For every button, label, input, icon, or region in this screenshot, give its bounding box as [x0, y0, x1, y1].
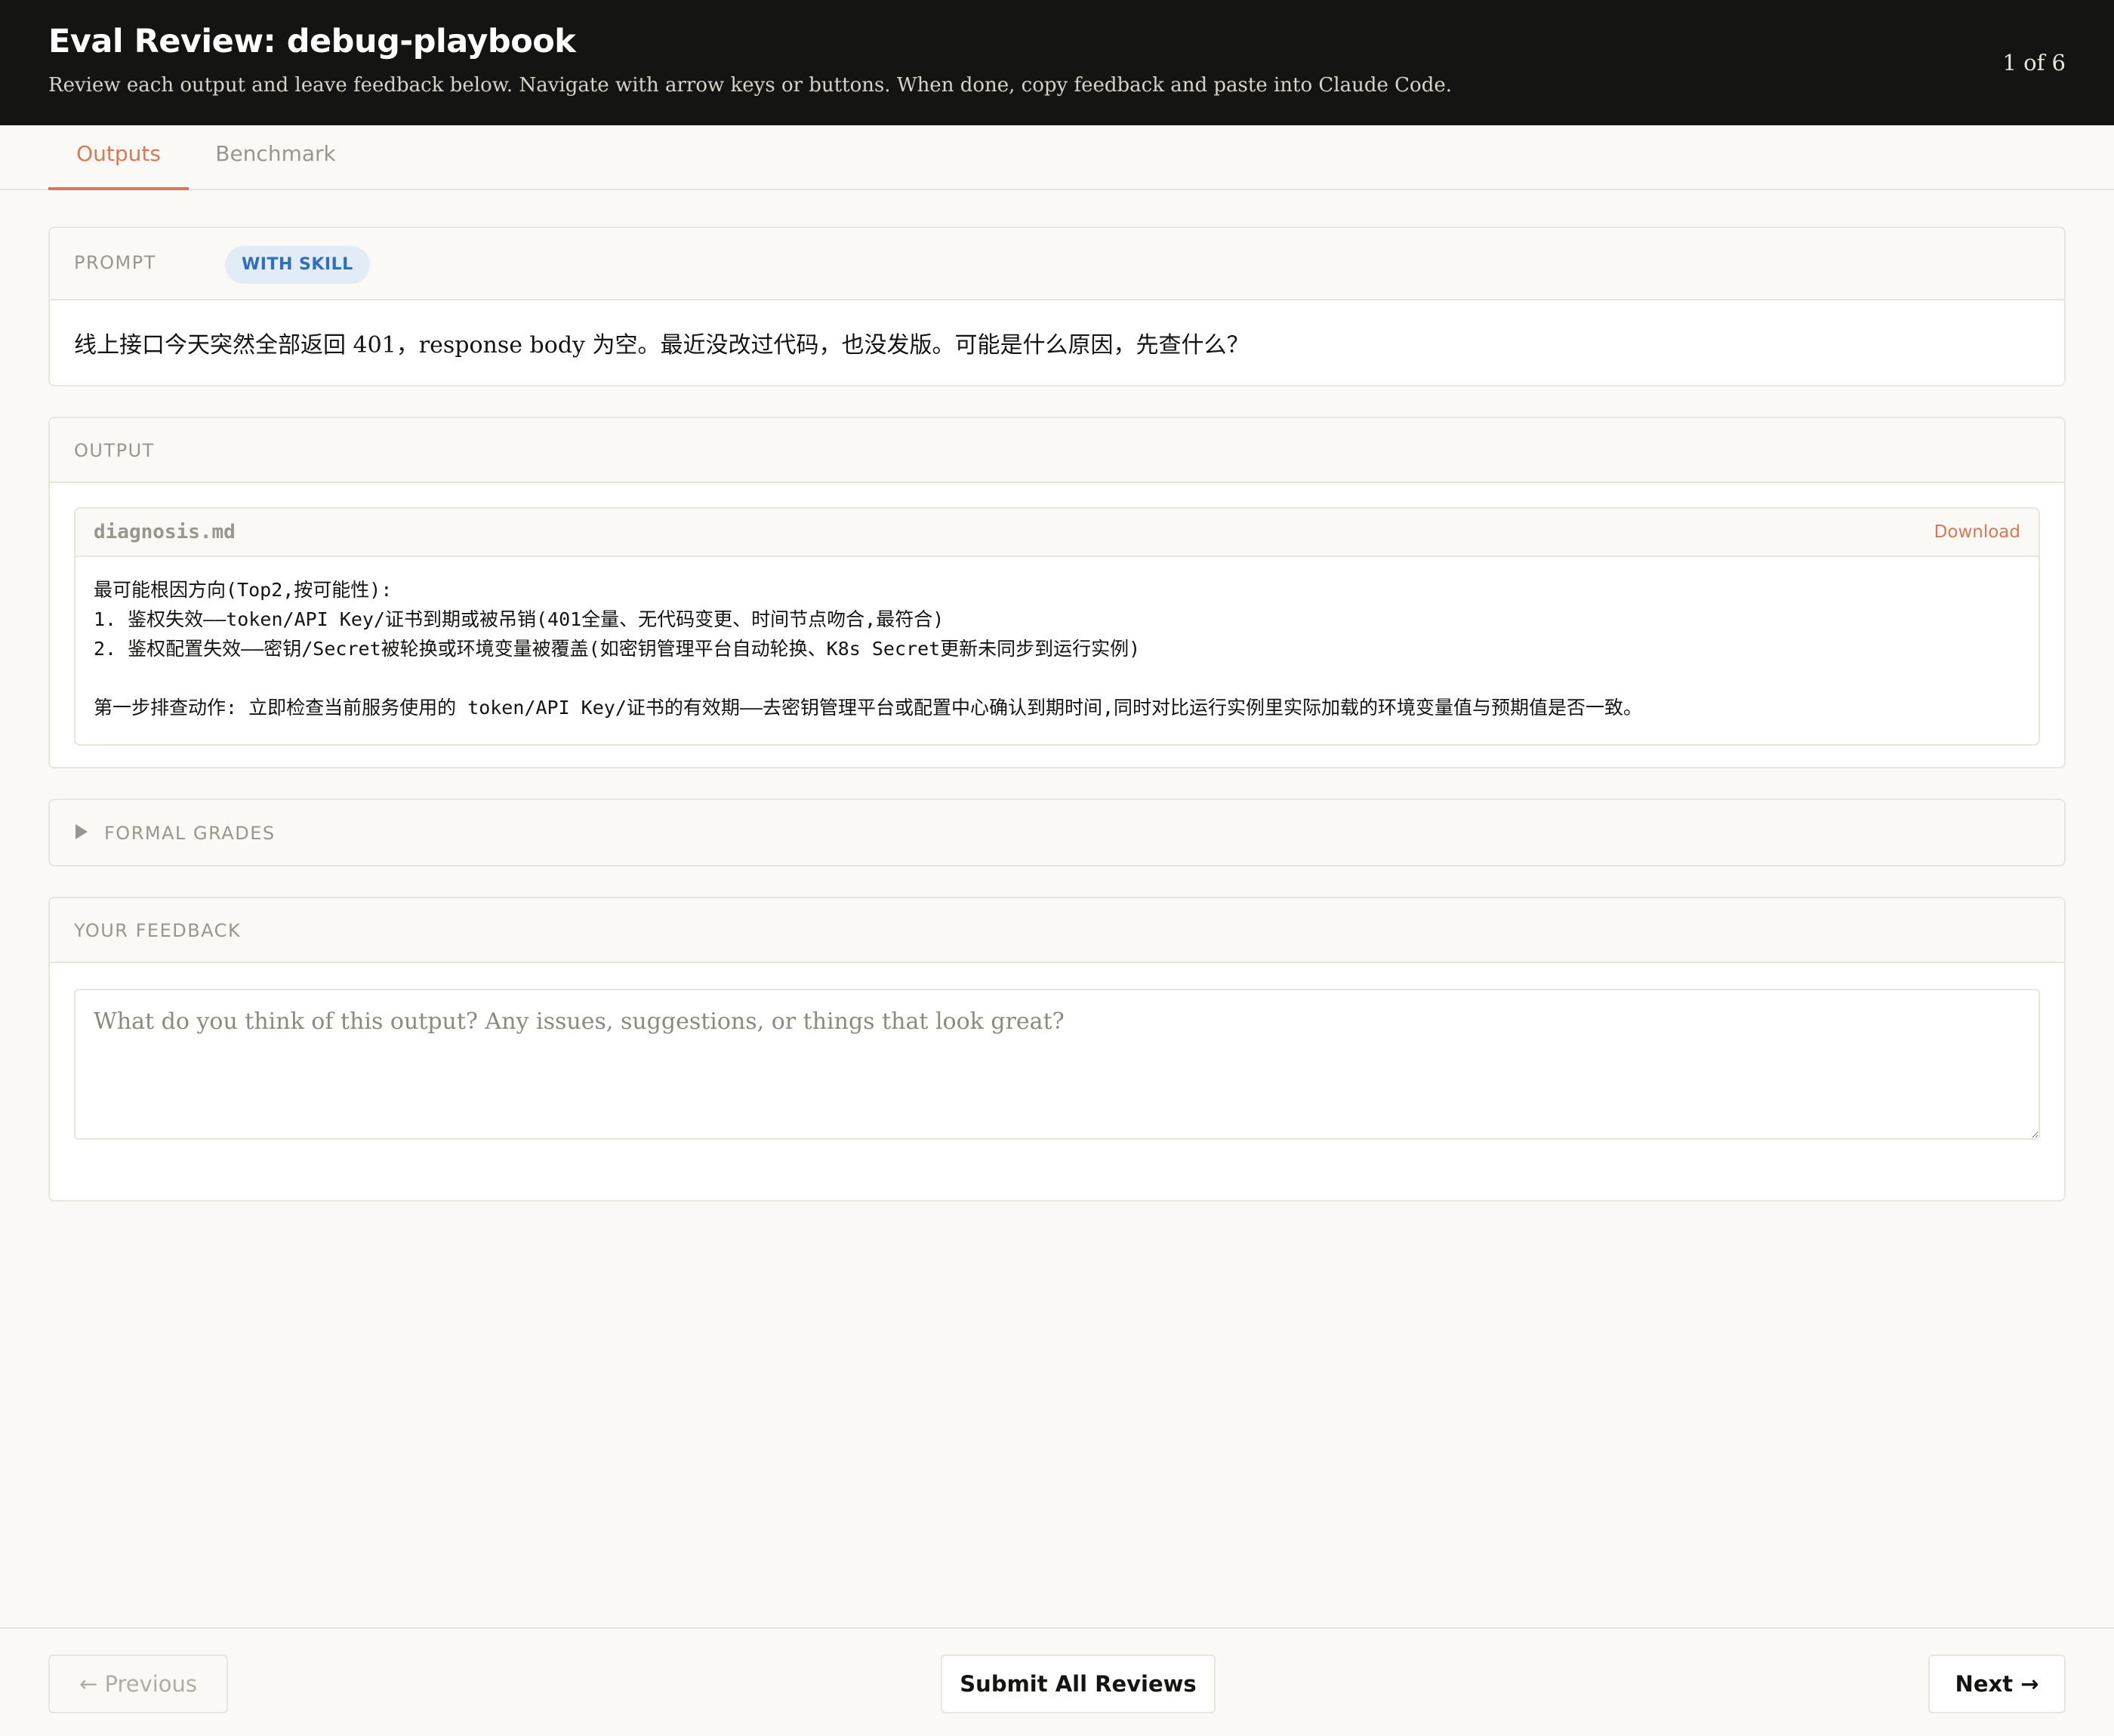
- file-line: 最可能根因方向(Top2,按可能性):: [94, 579, 393, 601]
- formal-grades-toggle[interactable]: FORMAL GRADES: [50, 800, 2064, 865]
- footer-nav: ← Previous Submit All Reviews Next →: [0, 1627, 2114, 1736]
- next-button[interactable]: Next →: [1928, 1654, 2066, 1713]
- tab-benchmark[interactable]: Benchmark: [204, 125, 347, 190]
- submit-all-reviews-button[interactable]: Submit All Reviews: [941, 1654, 1216, 1713]
- page-title: Eval Review: debug-playbook: [48, 23, 576, 60]
- with-skill-badge: WITH SKILL: [225, 246, 370, 284]
- formal-grades-label: FORMAL GRADES: [104, 823, 276, 844]
- tab-outputs[interactable]: Outputs: [48, 125, 189, 190]
- file-line: 2. 鉴权配置失效——密钥/Secret被轮换或环境变量被覆盖(如密钥管理平台自…: [94, 638, 1141, 660]
- app-header: Eval Review: debug-playbook Review each …: [0, 0, 2114, 125]
- file-line: [94, 663, 2026, 693]
- file-viewer: diagnosis.md Download 最可能根因方向(Top2,按可能性)…: [74, 507, 2040, 746]
- file-line: 1. 鉴权失效——token/API Key/证书到期或被吊销(401全量、无代…: [94, 608, 945, 630]
- prompt-card-header: PROMPT WITH SKILL: [50, 228, 2064, 300]
- output-card-header: OUTPUT: [50, 418, 2064, 483]
- prompt-card: PROMPT WITH SKILL 线上接口今天突然全部返回 401，respo…: [48, 226, 2066, 386]
- review-counter: 1 of 6: [2002, 50, 2066, 75]
- triangle-right-icon: [76, 824, 88, 839]
- file-name: diagnosis.md: [94, 521, 236, 543]
- feedback-textarea[interactable]: [74, 989, 2040, 1140]
- feedback-card: YOUR FEEDBACK: [48, 897, 2066, 1202]
- feedback-label: YOUR FEEDBACK: [74, 920, 242, 941]
- file-content: 最可能根因方向(Top2,按可能性): 1. 鉴权失效——token/API K…: [94, 575, 2026, 722]
- file-line: 第一步排查动作: 立即检查当前服务使用的 token/API Key/证书的有效…: [94, 697, 1643, 719]
- formal-grades-card: FORMAL GRADES: [48, 799, 2066, 866]
- output-label: OUTPUT: [74, 440, 155, 461]
- output-card: OUTPUT diagnosis.md Download 最可能根因方向(Top…: [48, 417, 2066, 768]
- tab-bar: Outputs Benchmark: [0, 125, 2114, 190]
- prompt-label: PROMPT: [74, 252, 156, 273]
- download-link[interactable]: Download: [1934, 522, 2020, 542]
- feedback-card-header: YOUR FEEDBACK: [50, 898, 2064, 963]
- file-header: diagnosis.md Download: [76, 509, 2038, 557]
- previous-button[interactable]: ← Previous: [48, 1654, 228, 1713]
- prompt-text: 线上接口今天突然全部返回 401，response body 为空。最近没改过代…: [74, 332, 1250, 359]
- page-subtitle: Review each output and leave feedback be…: [48, 74, 1452, 97]
